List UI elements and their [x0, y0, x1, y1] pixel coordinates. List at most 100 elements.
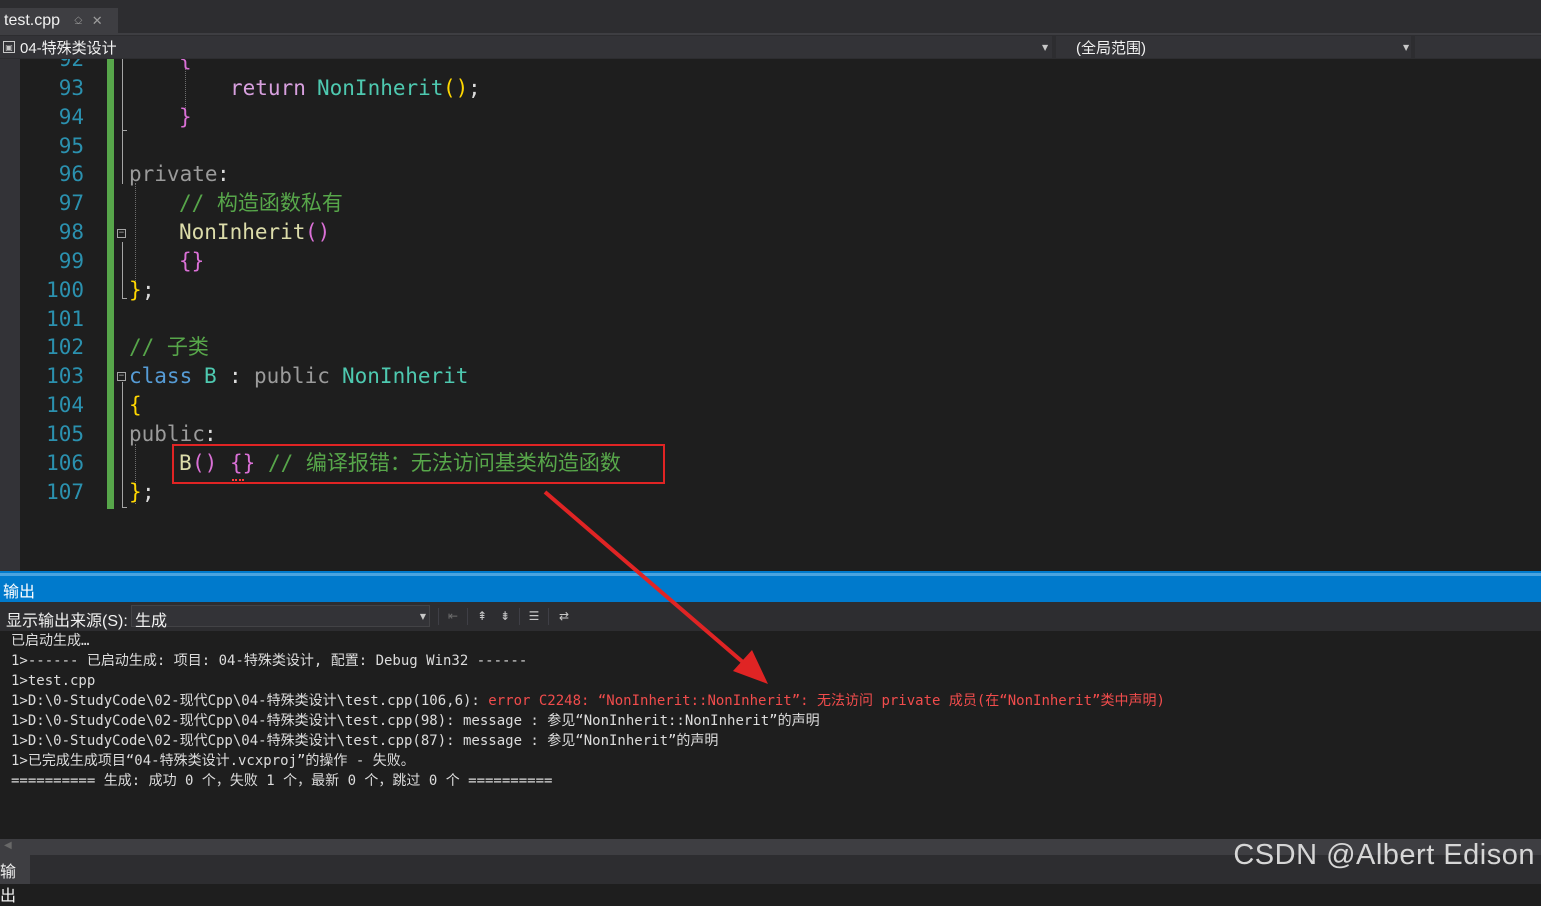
- output-source-dropdown[interactable]: 生成 ▼: [131, 605, 430, 630]
- project-dropdown[interactable]: ▣ 04-特殊类设计 ▼: [0, 36, 1052, 58]
- code-line: 103 class B : public NonInherit: [0, 362, 1541, 391]
- project-dropdown-label: 04-特殊类设计: [20, 39, 117, 57]
- line-number: 96: [58, 162, 84, 186]
- previous-message-icon[interactable]: ⇞: [474, 608, 490, 625]
- line-number: 104: [46, 393, 84, 417]
- next-message-icon[interactable]: ⇟: [497, 608, 513, 625]
- code-token: }: [129, 480, 142, 504]
- code-token: NonInherit: [342, 364, 469, 388]
- error-highlight-box: [172, 444, 665, 484]
- code-line: 97 // 构造函数私有: [0, 189, 1541, 218]
- line-number: 102: [46, 335, 84, 359]
- outline-tick: [122, 507, 127, 508]
- code-line: 100 } ;: [0, 276, 1541, 305]
- title-bar-stripe: [0, 573, 1541, 576]
- output-line: ========== 生成: 成功 0 个，失败 1 个，最新 0 个，跳过 0…: [11, 773, 553, 789]
- line-number: 100: [46, 278, 84, 302]
- scope-dropdown-label: (全局范围): [1076, 39, 1146, 57]
- close-icon[interactable]: ✕: [92, 14, 103, 29]
- code-token: ;: [142, 480, 155, 504]
- code-token: (): [443, 76, 469, 100]
- line-number: 107: [46, 480, 84, 504]
- code-token: class: [129, 364, 193, 388]
- scope-dropdown[interactable]: (全局范围) ▼: [1056, 36, 1411, 58]
- error-location: 1>D:\0-StudyCode\02-现代Cpp\04-特殊类设计\test.…: [11, 693, 489, 709]
- code-line: 104 {: [0, 391, 1541, 420]
- code-line: 95: [0, 132, 1541, 161]
- chevron-down-icon: ▼: [1403, 43, 1410, 52]
- code-line: 94 }: [0, 103, 1541, 132]
- line-number: 101: [46, 307, 84, 331]
- project-icon: ▣: [3, 41, 15, 53]
- code-line: 98 NonInherit (): [0, 218, 1541, 247]
- code-token: {}: [179, 249, 205, 273]
- code-token: }: [129, 278, 142, 302]
- code-token: B: [204, 364, 217, 388]
- member-dropdown[interactable]: [1415, 36, 1541, 58]
- toolbar-separator: [467, 608, 468, 625]
- code-token: private: [129, 162, 218, 186]
- code-token: (): [305, 220, 331, 244]
- chevron-down-icon: ▼: [1042, 43, 1049, 52]
- code-token: }: [179, 105, 192, 129]
- output-line: 1>已完成生成项目“04-特殊类设计.vcxproj”的操作 - 失败。: [11, 753, 415, 769]
- toolbar-separator: [548, 608, 549, 625]
- line-number: 103: [46, 364, 84, 388]
- line-number: 105: [46, 422, 84, 446]
- chevron-down-icon: ▼: [419, 612, 426, 621]
- line-number: 94: [58, 105, 84, 129]
- code-line: 93 return NonInherit () ;: [0, 74, 1541, 103]
- line-number: 95: [58, 134, 84, 158]
- pin-icon[interactable]: ⎐: [74, 14, 83, 28]
- error-message: error C2248: “NonInherit::NonInherit”: 无…: [488, 693, 1165, 709]
- code-token: NonInherit: [179, 220, 306, 244]
- code-token: {: [179, 59, 192, 71]
- code-line: 101: [0, 305, 1541, 334]
- output-source-value: 生成: [135, 613, 168, 630]
- tab-output[interactable]: 输出: [0, 855, 30, 905]
- code-token: return: [230, 76, 306, 100]
- output-line: 已启动生成…: [11, 633, 90, 649]
- word-wrap-icon[interactable]: ⇄: [556, 608, 572, 625]
- clear-all-icon[interactable]: ☰: [526, 608, 542, 625]
- code-token: {: [129, 393, 142, 417]
- output-line: 1>test.cpp: [11, 673, 96, 689]
- code-token: ;: [468, 76, 481, 100]
- code-token: NonInherit: [317, 76, 444, 100]
- line-number: 93: [58, 76, 84, 100]
- find-message-icon[interactable]: ⇤: [445, 608, 461, 625]
- toolbar-separator: [519, 608, 520, 625]
- line-number: 99: [58, 249, 84, 273]
- output-panel-title: 输出: [3, 584, 36, 601]
- toolbar-separator: [438, 608, 439, 625]
- code-token: :: [217, 162, 230, 186]
- output-line: 1>D:\0-StudyCode\02-现代Cpp\04-特殊类设计\test.…: [11, 733, 719, 749]
- line-number: 97: [58, 191, 84, 215]
- output-error-line[interactable]: 1>D:\0-StudyCode\02-现代Cpp\04-特殊类设计\test.…: [11, 691, 1165, 711]
- output-toolbar: 显示输出来源(S): 生成 ▼ ⇤ ⇞ ⇟ ☰ ⇄: [0, 602, 1541, 631]
- navigation-bar: ▣ 04-特殊类设计 ▼ (全局范围) ▼: [0, 35, 1541, 59]
- code-line: 99 {}: [0, 247, 1541, 276]
- watermark: CSDN @Albert Edison: [1233, 839, 1535, 871]
- code-token: ;: [142, 278, 155, 302]
- code-line: 92 {: [0, 59, 1541, 74]
- code-token: public: [254, 364, 330, 388]
- bottom-tab-label: 输出: [0, 864, 17, 905]
- scroll-left-icon[interactable]: ◀: [4, 840, 12, 851]
- output-text-area[interactable]: 已启动生成… 1>------ 已启动生成: 项目: 04-特殊类设计, 配置:…: [0, 631, 1541, 839]
- tab-test-cpp[interactable]: test.cpp ⎐ ✕: [0, 8, 118, 34]
- code-comment: // 构造函数私有: [179, 191, 343, 215]
- output-panel-title-bar[interactable]: 输出: [0, 571, 1541, 602]
- line-number: 92: [58, 59, 84, 71]
- code-line: 96 private :: [0, 160, 1541, 189]
- document-tab-strip: test.cpp ⎐ ✕: [0, 0, 1541, 35]
- output-source-label: 显示输出来源(S):: [6, 613, 128, 630]
- code-token: :: [229, 364, 242, 388]
- output-line: 1>D:\0-StudyCode\02-现代Cpp\04-特殊类设计\test.…: [11, 713, 820, 729]
- line-number: 98: [58, 220, 84, 244]
- output-line: 1>------ 已启动生成: 项目: 04-特殊类设计, 配置: Debug …: [11, 653, 528, 669]
- code-line: 102 // 子类: [0, 333, 1541, 362]
- code-comment: // 子类: [129, 335, 209, 359]
- line-number: 106: [46, 451, 84, 475]
- code-editor[interactable]: − − 92 { 93 return NonInherit () ; 94 } …: [0, 59, 1541, 571]
